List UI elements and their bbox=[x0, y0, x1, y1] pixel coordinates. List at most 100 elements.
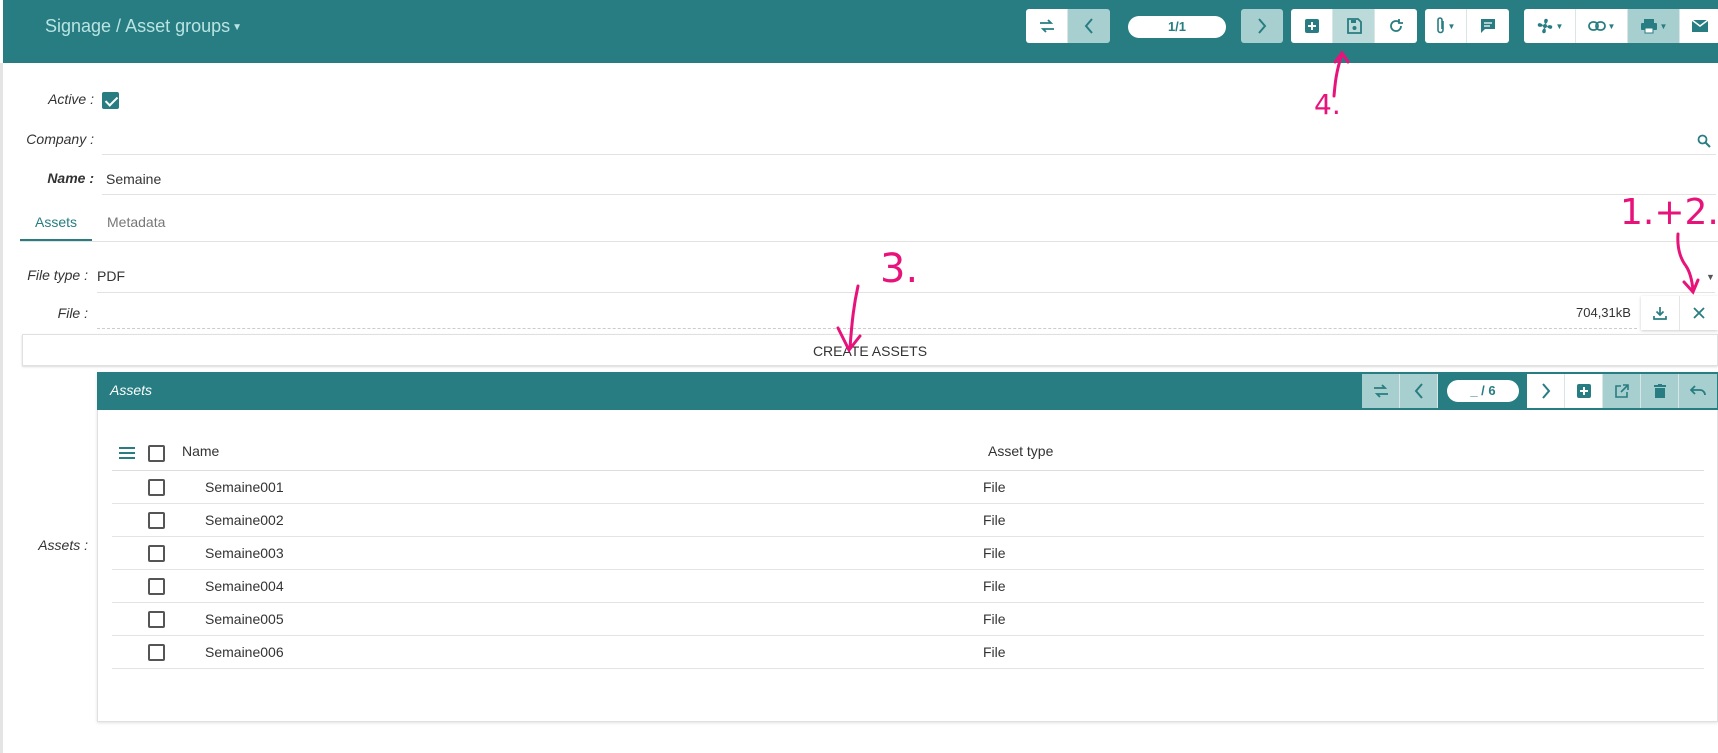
name-underline bbox=[102, 194, 1716, 195]
name-label: Name : bbox=[47, 170, 94, 186]
chevron-left-icon bbox=[1414, 383, 1423, 399]
plus-square-icon bbox=[1304, 19, 1319, 33]
row-checkbox[interactable] bbox=[148, 545, 165, 562]
fan-icon bbox=[1537, 18, 1552, 34]
save-icon bbox=[1346, 18, 1362, 34]
tools-menu-button[interactable]: ▼ bbox=[1524, 9, 1576, 43]
assets-open-button[interactable] bbox=[1603, 374, 1641, 408]
next-group bbox=[1241, 9, 1283, 43]
print-menu-button[interactable]: ▼ bbox=[1628, 9, 1680, 43]
select-all-checkbox[interactable] bbox=[148, 445, 165, 462]
asset-name-cell: Semaine002 bbox=[205, 512, 284, 528]
table-row[interactable]: Semaine002 File bbox=[112, 504, 1704, 537]
asset-type-cell: File bbox=[983, 611, 1006, 627]
record-nav-group bbox=[1026, 9, 1110, 43]
annotation-step4: 4. bbox=[1314, 88, 1341, 121]
table-row[interactable]: Semaine004 File bbox=[112, 570, 1704, 603]
tab-assets[interactable]: Assets bbox=[35, 214, 77, 230]
annotation-step1-2: 1.+2. bbox=[1620, 192, 1718, 233]
comment-icon bbox=[1481, 19, 1495, 33]
company-label: Company : bbox=[26, 131, 94, 147]
assets-grid-header: Name Asset type bbox=[112, 440, 1704, 471]
caret-down-icon[interactable]: ▼ bbox=[1706, 272, 1715, 282]
email-button[interactable] bbox=[1680, 9, 1718, 43]
caret-down-icon: ▼ bbox=[1555, 21, 1564, 31]
links-menu-button[interactable]: ▼ bbox=[1576, 9, 1628, 43]
assets-panel-header: Assets _ / 6 bbox=[97, 372, 1718, 410]
company-underline bbox=[102, 154, 1716, 155]
swap-arrows-icon bbox=[1039, 19, 1054, 33]
record-pager[interactable]: 1/1 bbox=[1128, 16, 1226, 38]
chevron-left-icon bbox=[1084, 18, 1093, 34]
asset-name-cell: Semaine006 bbox=[205, 644, 284, 660]
next-record-button[interactable] bbox=[1241, 9, 1283, 43]
assets-label: Assets : bbox=[38, 537, 88, 553]
row-checkbox[interactable] bbox=[148, 611, 165, 628]
caret-down-icon: ▼ bbox=[1659, 21, 1668, 31]
row-checkbox[interactable] bbox=[148, 578, 165, 595]
row-checkbox[interactable] bbox=[148, 644, 165, 661]
caret-down-icon: ▼ bbox=[1607, 21, 1616, 31]
assets-previous-button[interactable] bbox=[1400, 374, 1438, 408]
create-assets-button[interactable]: CREATE ASSETS bbox=[22, 334, 1718, 366]
caret-down-icon[interactable]: ▼ bbox=[232, 22, 242, 33]
tab-metadata[interactable]: Metadata bbox=[107, 214, 165, 230]
table-row[interactable]: Semaine006 File bbox=[112, 636, 1704, 669]
paperclip-icon bbox=[1436, 17, 1444, 34]
download-file-button[interactable] bbox=[1641, 296, 1680, 330]
undo-icon bbox=[1690, 385, 1706, 396]
caret-down-icon: ▼ bbox=[1447, 21, 1456, 31]
assets-add-button[interactable] bbox=[1565, 374, 1603, 408]
remove-file-button[interactable] bbox=[1680, 296, 1718, 330]
column-header-name[interactable]: Name bbox=[182, 443, 219, 459]
record-actions-group bbox=[1291, 9, 1417, 43]
refresh-button[interactable] bbox=[1375, 9, 1417, 43]
asset-name-cell: Semaine001 bbox=[205, 479, 284, 495]
plus-square-icon bbox=[1576, 384, 1591, 398]
assets-undo-button[interactable] bbox=[1679, 374, 1717, 408]
chevron-right-icon bbox=[1258, 18, 1267, 34]
close-icon bbox=[1693, 307, 1705, 319]
row-checkbox[interactable] bbox=[148, 512, 165, 529]
assets-next-button[interactable] bbox=[1527, 374, 1565, 408]
left-edge bbox=[0, 63, 3, 753]
annotation-step3: 3. bbox=[880, 246, 919, 292]
attachment-button[interactable]: ▼ bbox=[1425, 9, 1467, 43]
asset-type-cell: File bbox=[983, 644, 1006, 660]
asset-name-cell: Semaine004 bbox=[205, 578, 284, 594]
tabs-divider bbox=[20, 241, 1718, 242]
printer-icon bbox=[1640, 19, 1657, 34]
breadcrumb[interactable]: Signage / Asset groups ▼ bbox=[45, 16, 242, 37]
annotation-arrow-step3 bbox=[836, 284, 862, 353]
swap-arrows-icon bbox=[1373, 384, 1388, 398]
new-record-button[interactable] bbox=[1291, 9, 1333, 43]
name-field[interactable]: Semaine bbox=[106, 171, 161, 187]
asset-type-cell: File bbox=[983, 578, 1006, 594]
save-button[interactable] bbox=[1333, 9, 1375, 43]
file-type-select[interactable]: PDF bbox=[97, 268, 125, 284]
active-checkbox[interactable] bbox=[102, 92, 119, 109]
annotation-arrow-step1-2 bbox=[1676, 232, 1700, 295]
asset-name-cell: Semaine003 bbox=[205, 545, 284, 561]
assets-nav-group bbox=[1362, 374, 1438, 408]
table-row[interactable]: Semaine005 File bbox=[112, 603, 1704, 636]
chevron-right-icon bbox=[1541, 383, 1550, 399]
assets-pager[interactable]: _ / 6 bbox=[1447, 380, 1519, 402]
assets-swap-button[interactable] bbox=[1362, 374, 1400, 408]
external-link-icon bbox=[1614, 384, 1629, 398]
swap-arrows-button[interactable] bbox=[1026, 9, 1068, 43]
breadcrumb-text[interactable]: Signage / Asset groups bbox=[45, 16, 230, 36]
file-actions bbox=[1641, 296, 1718, 330]
table-row[interactable]: Semaine001 File bbox=[112, 471, 1704, 504]
asset-type-cell: File bbox=[983, 512, 1006, 528]
download-icon bbox=[1653, 307, 1667, 320]
tools-group: ▼ ▼ ▼ bbox=[1524, 9, 1718, 43]
row-checkbox[interactable] bbox=[148, 479, 165, 496]
previous-record-button[interactable] bbox=[1068, 9, 1110, 43]
assets-delete-button[interactable] bbox=[1641, 374, 1679, 408]
table-row[interactable]: Semaine003 File bbox=[112, 537, 1704, 570]
active-label: Active : bbox=[48, 91, 94, 107]
comments-button[interactable] bbox=[1467, 9, 1509, 43]
column-header-asset-type[interactable]: Asset type bbox=[988, 443, 1053, 459]
search-icon[interactable] bbox=[1697, 134, 1711, 148]
